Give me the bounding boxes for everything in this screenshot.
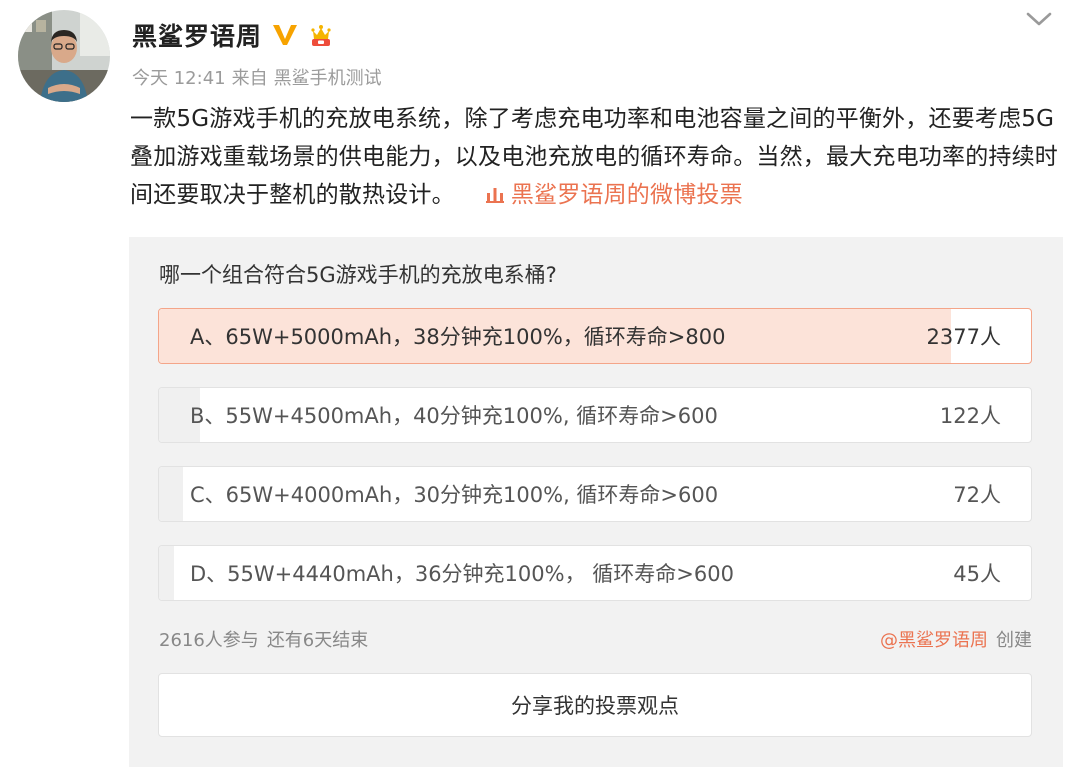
option-count: 72人	[953, 483, 1001, 507]
username[interactable]: 黑鲨罗语周	[132, 17, 262, 53]
option-label: B、55W+4500mAh，40分钟充100%, 循环寿命>600	[190, 404, 718, 428]
source-prefix: 来自	[231, 68, 268, 89]
verified-v-icon	[272, 23, 298, 47]
post-meta: 今天 12:41 来自 黑鲨手机测试	[132, 64, 382, 90]
poll-stats: 2616人参与 还有6天结束	[159, 626, 368, 652]
poll-question: 哪一个组合符合5G游戏手机的充放电系桶?	[159, 263, 557, 287]
created-label: 创建	[996, 630, 1032, 651]
crown-badge-icon[interactable]	[308, 22, 334, 48]
post-time[interactable]: 今天 12:41	[132, 64, 226, 90]
option-count: 2377人	[926, 325, 1001, 349]
poll-option-d[interactable]: D、55W+4440mAh，36分钟充100%， 循环寿命>600 45人	[158, 545, 1032, 601]
option-count: 122人	[939, 404, 1001, 428]
option-label: A、65W+5000mAh，38分钟充100%，循环寿命>800	[190, 325, 726, 349]
post-source: 黑鲨手机测试	[273, 68, 382, 89]
share-vote-button[interactable]: 分享我的投票观点	[158, 673, 1032, 737]
chevron-down-icon[interactable]	[1024, 8, 1054, 30]
poll-option-a[interactable]: A、65W+5000mAh，38分钟充100%，循环寿命>800 2377人	[158, 308, 1032, 364]
poll-footer: 2616人参与 还有6天结束 @黑鲨罗语周 创建	[159, 626, 1032, 652]
option-fill-bar	[159, 467, 184, 521]
option-count: 45人	[953, 562, 1001, 586]
option-label: C、65W+4000mAh，30分钟充100%, 循环寿命>600	[190, 483, 719, 507]
poll-link[interactable]: 黑鲨罗语周的微博投票	[485, 182, 743, 208]
time-remaining: 还有6天结束	[266, 630, 369, 651]
poll-option-c[interactable]: C、65W+4000mAh，30分钟充100%, 循环寿命>600 72人	[158, 466, 1032, 522]
option-fill-bar	[159, 546, 174, 600]
participants-count: 2616人参与	[159, 630, 259, 651]
username-row: 黑鲨罗语周	[132, 16, 334, 54]
poll-link-text: 黑鲨罗语周的微博投票	[510, 182, 743, 208]
creator-link[interactable]: @黑鲨罗语周	[880, 630, 988, 651]
post-body: 一款5G游戏手机的充放电系统，除了考虑充电功率和电池容量之间的平衡外，还要考虑5…	[130, 100, 1060, 216]
poll-card: 哪一个组合符合5G游戏手机的充放电系桶? A、65W+5000mAh，38分钟充…	[129, 237, 1063, 767]
poll-creator-info: @黑鲨罗语周 创建	[880, 626, 1032, 652]
poll-option-b[interactable]: B、55W+4500mAh，40分钟充100%, 循环寿命>600 122人	[158, 387, 1032, 443]
poll-icon	[485, 178, 505, 216]
option-label: D、55W+4440mAh，36分钟充100%， 循环寿命>600	[190, 562, 734, 586]
avatar[interactable]	[18, 10, 110, 102]
